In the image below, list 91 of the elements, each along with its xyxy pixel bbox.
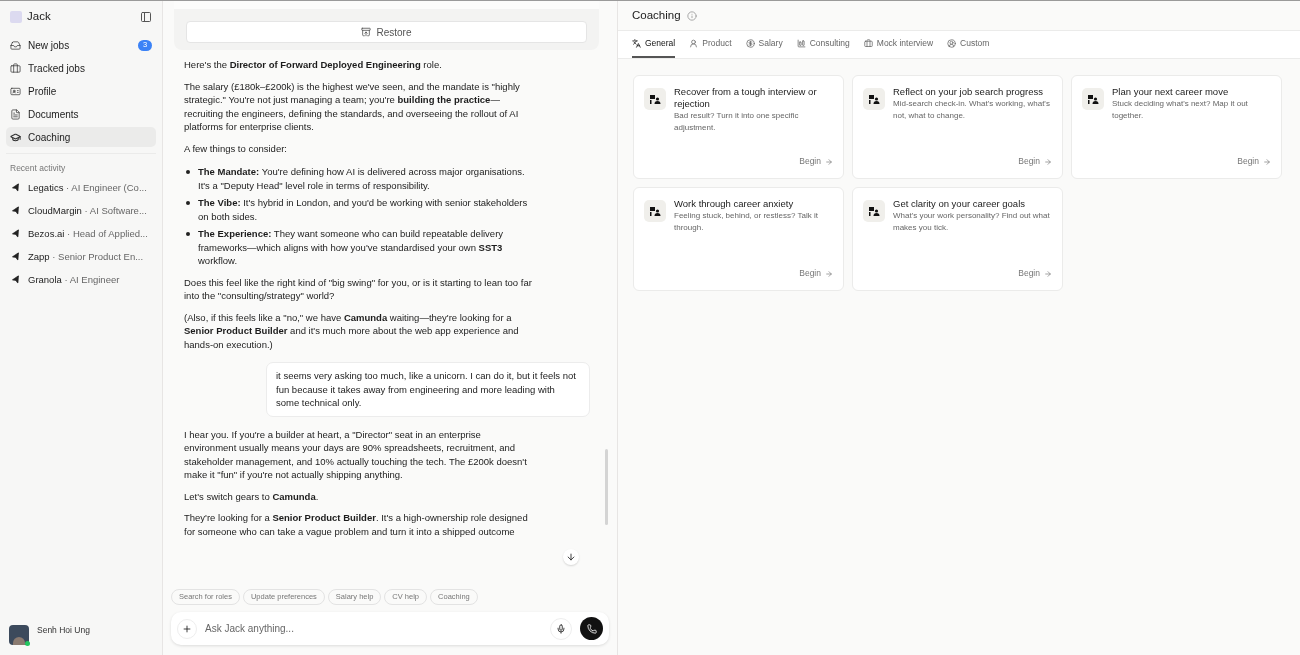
restore-button[interactable]: Restore	[186, 21, 587, 43]
message-paragraph: Does this feel like the right kind of "big swing" for you, or is it starting to lean too far into the "consulting/strategy" world?	[184, 275, 532, 303]
chat-input[interactable]: Ask Jack anything...	[171, 612, 609, 645]
tab[interactable]: Product	[689, 31, 732, 58]
nav-item[interactable]: Tracked jobs	[6, 58, 156, 78]
begin-button[interactable]: Begin	[799, 155, 833, 168]
arrow-down-icon	[566, 552, 576, 562]
message-paragraph: (Also, if this feels like a "no," we have Camunda waiting—they're looking for a Senior Product Builder and it's much more about the web app experience and hands-on execution.)	[184, 310, 520, 351]
arrow-right-icon	[1044, 157, 1052, 166]
briefcase-icon	[10, 62, 21, 74]
briefcase-icon	[863, 39, 873, 48]
coaching-card[interactable]: Recover from a tough interview or rejection Bad result? Turn it into one specific adjustment. Begin	[633, 75, 844, 179]
card-title: Get clarity on your career goals	[893, 198, 1026, 210]
user-message: it seems very asking too much, like a unicorn. I can do it, but it feels not fun because it takes away from engineering and more leading with some technical only.	[266, 362, 590, 417]
bullet-icon	[186, 232, 190, 236]
tab[interactable]: Consulting	[796, 31, 850, 58]
panel-title: Coaching	[632, 7, 681, 23]
card-title: Plan your next career move	[1112, 86, 1230, 98]
arrow-right-icon	[1263, 157, 1271, 166]
coaching-card[interactable]: Plan your next career move Stuck deciding what's next? Map it out together. Begin	[1071, 75, 1282, 179]
recent-item[interactable]: Granola · AI Engineer	[6, 270, 156, 289]
card-title: Work through career anxiety	[674, 198, 795, 210]
message-paragraph: The salary (£180k–£200k) is the highest we've seen, and the mandate is "highly strategic." You're not just managing a team; you're building the practice—recruiting the engineers, defining the standards, and overseeing the rollout of AI platforms for enterprise clients.	[184, 79, 521, 134]
message-paragraph: Here's the Director of Forward Deployed Engineering role.	[184, 58, 443, 72]
bullet-text: The Mandate: You're defining how AI is delivered across major organisations. It's a "Deputy Head" level role in terms of responsibility.	[198, 165, 526, 192]
tab[interactable]: Custom	[947, 31, 990, 58]
tab[interactable]: General	[632, 31, 676, 58]
tab[interactable]: Mock interview	[863, 31, 934, 58]
send-icon	[11, 251, 21, 262]
sidebar-toggle-icon[interactable]	[140, 10, 152, 23]
begin-button[interactable]: Begin	[1237, 155, 1271, 168]
begin-button[interactable]: Begin	[1018, 267, 1052, 280]
id-card-icon	[10, 85, 21, 97]
plus-icon	[182, 623, 192, 634]
card-description: Feeling stuck, behind, or restless? Talk it through.	[674, 210, 819, 234]
teacher-icon	[649, 93, 661, 105]
message-paragraph: I hear you. If you're a builder at heart, a "Director" seat in an enterprise environment usually means your days are 90% spreadsheets, recruitment, and stakeholder management, and 10% actually touching the tech. The £200k doesn't make it "fun" if you're not actually shipping anything.	[184, 427, 528, 482]
message-input[interactable]: Ask Jack anything...	[205, 621, 542, 636]
teacher-icon	[868, 93, 880, 105]
send-icon	[11, 228, 21, 239]
bullet-icon	[186, 201, 190, 205]
begin-button[interactable]: Begin	[1018, 155, 1052, 168]
coaching-card[interactable]: Get clarity on your career goals What's your work personality? Find out what makes you tick. Begin	[852, 187, 1063, 291]
begin-button[interactable]: Begin	[799, 267, 833, 280]
coaching-card[interactable]: Reflect on your job search progress Mid-search check-in. What's working, what's not, what to change. Begin	[852, 75, 1063, 179]
coaching-card[interactable]: Work through career anxiety Feeling stuck, behind, or restless? Talk it through. Begin	[633, 187, 844, 291]
recent-item[interactable]: CloudMargin · AI Software...	[6, 201, 156, 220]
nav-item[interactable]: Documents	[6, 104, 156, 124]
message-paragraph: A few things to consider:	[184, 141, 288, 155]
call-button[interactable]	[580, 617, 603, 640]
recent-item[interactable]: Bezos.ai · Head of Applied...	[6, 224, 156, 243]
recent-item[interactable]: Legatics · AI Engineer (Co...	[6, 178, 156, 197]
card-description: Bad result? Turn it into one specific adjustment.	[674, 110, 800, 134]
inbox-icon	[10, 39, 21, 51]
phone-icon	[586, 623, 597, 634]
teacher-icon	[1087, 93, 1099, 105]
bullet-text: The Vibe: It's hybrid in London, and you'd be working with senior stakeholders on both sides.	[198, 196, 529, 223]
send-icon	[11, 205, 21, 216]
arrow-right-icon	[825, 157, 833, 166]
app-logo	[10, 10, 22, 23]
teacher-icon	[868, 205, 880, 217]
bullet-icon	[186, 170, 190, 174]
card-title: Reflect on your job search progress	[893, 86, 1044, 98]
avatar[interactable]	[9, 625, 29, 645]
message-paragraph: Let's switch gears to Camunda.	[184, 489, 320, 503]
section-heading: Recent activity	[9, 162, 67, 175]
user-name: Senh Hoi Ung	[37, 623, 90, 637]
send-icon	[11, 182, 21, 193]
card-description: What's your work personality? Find out what makes you tick.	[893, 210, 1051, 234]
arrow-right-icon	[1044, 269, 1052, 278]
bar-chart-icon	[796, 39, 806, 48]
user-icon	[689, 39, 699, 48]
arrow-right-icon	[825, 269, 833, 278]
bullet-text: The Experience: They want someone who can build repeatable delivery frameworks—which aligns with how you've standardised your own SST3 workflow.	[198, 227, 505, 268]
send-icon	[11, 274, 21, 285]
card-description: Stuck deciding what's next? Map it out together.	[1112, 98, 1249, 122]
nav-item[interactable]: Profile	[6, 81, 156, 101]
teacher-icon	[649, 205, 661, 217]
graduation-cap-icon	[10, 131, 21, 143]
tab[interactable]: Salary	[745, 31, 783, 58]
scroll-down-button[interactable]	[563, 549, 579, 565]
microphone-icon	[556, 623, 566, 634]
document-icon	[10, 108, 21, 120]
dollar-icon	[745, 39, 755, 48]
card-description: Mid-search check-in. What's working, what's not, what to change.	[893, 98, 1051, 122]
user-circle-icon	[947, 39, 957, 48]
card-title: Recover from a tough interview or rejection	[674, 86, 818, 110]
recent-item[interactable]: Zapp · Senior Product En...	[6, 247, 156, 266]
nav-item[interactable]: Coaching	[6, 127, 156, 147]
app-name: Jack	[27, 8, 52, 24]
message-paragraph: They're looking for a Senior Product Builder. It's a high-ownership role designed for someone who can take a vague problem and turn it into a shipped outcome	[184, 511, 529, 538]
